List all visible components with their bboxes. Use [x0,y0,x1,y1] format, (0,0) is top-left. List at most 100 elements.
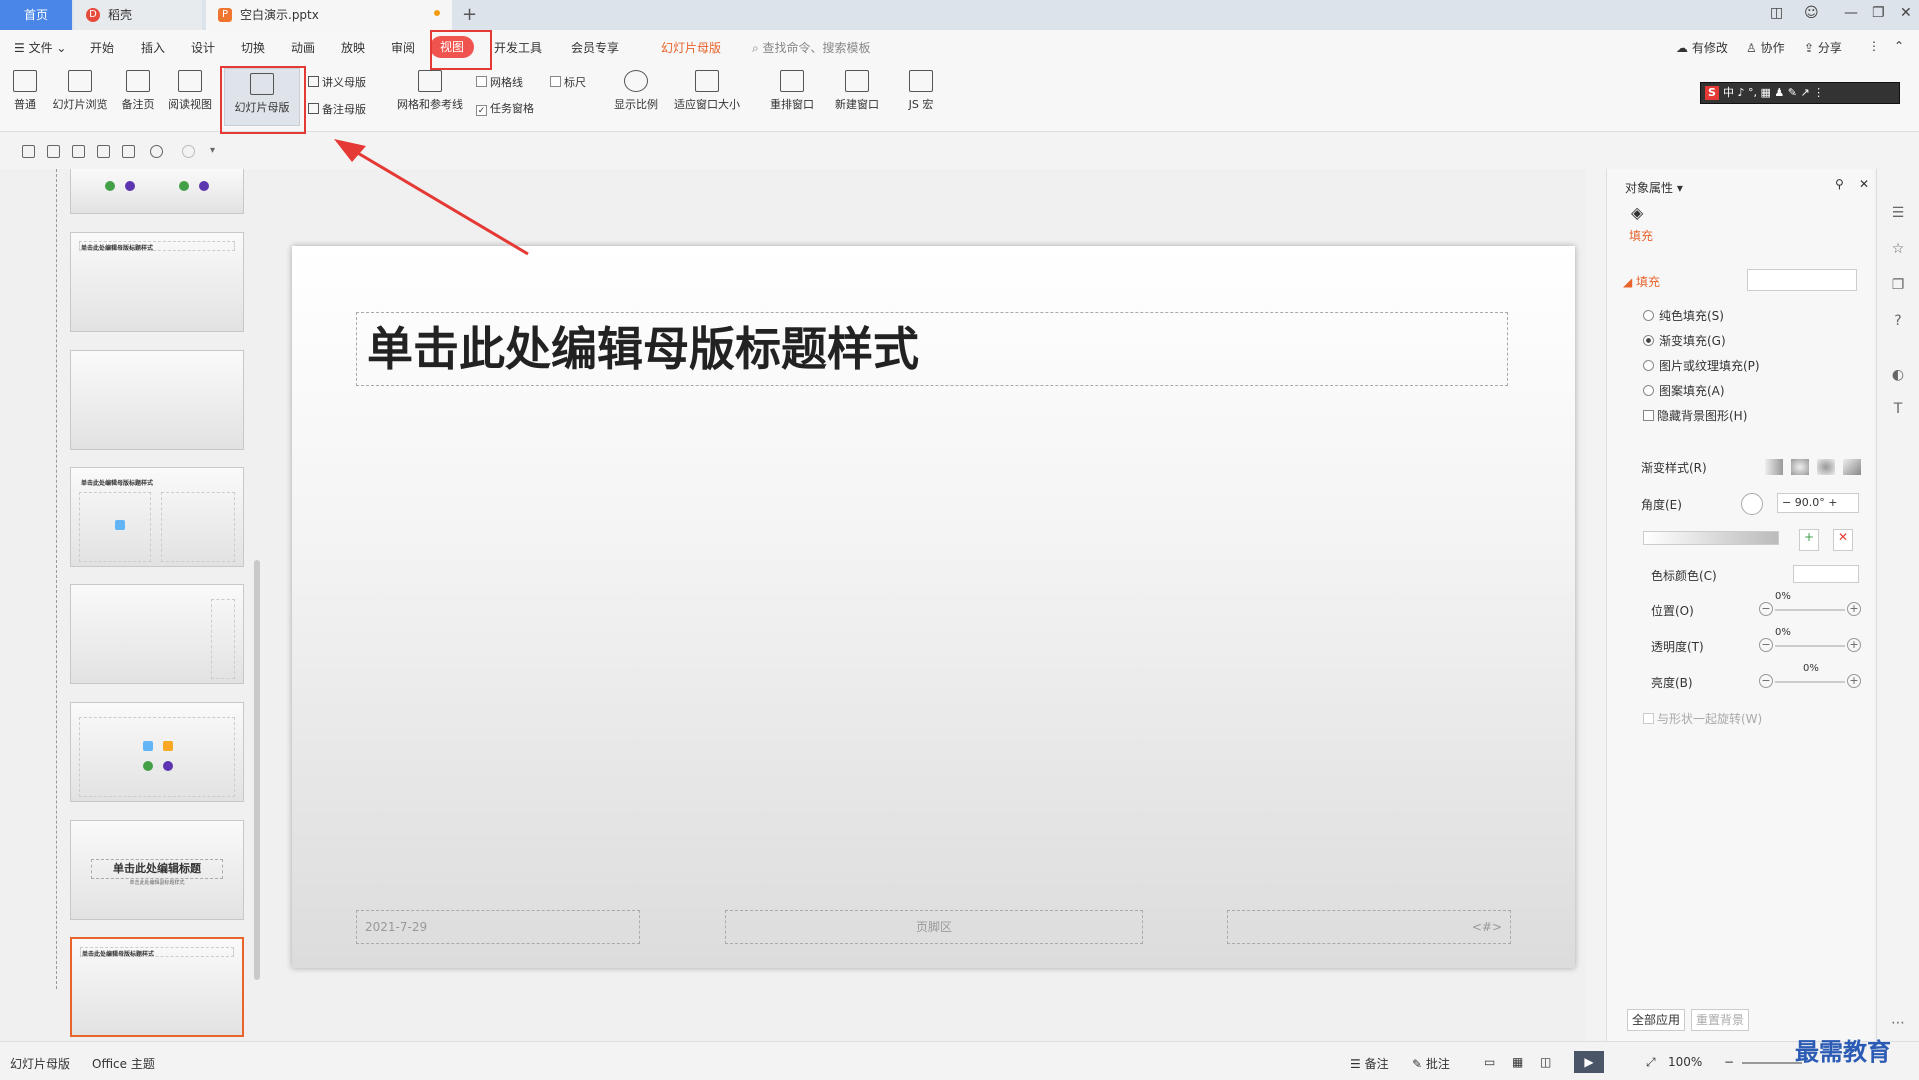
slide-sorter-button[interactable]: 幻灯片浏览 [48,70,112,112]
slide-thumbnail-selected[interactable]: 单击此处编辑母版标题样式 [70,937,244,1037]
fill-color-dropdown[interactable] [1747,269,1857,291]
slide-thumbnail[interactable] [70,584,244,684]
new-file-icon[interactable] [22,145,35,158]
fill-section-toggle[interactable]: ◢ 填充 [1623,273,1660,290]
handout-master-button[interactable]: 讲义母版 [308,74,366,90]
notes-master-button[interactable]: 备注母版 [308,101,366,117]
stop-color-dropdown[interactable] [1793,565,1859,583]
gradient-path-icon[interactable] [1843,459,1861,475]
fill-bucket-icon[interactable]: ◈ [1631,203,1643,222]
menu-developer[interactable]: 开发工具 [494,39,542,56]
radio-solid[interactable]: 纯色填充(S) [1643,307,1724,324]
collab-button[interactable]: ♙ 协作 [1746,39,1785,56]
help-icon[interactable]: ? [1889,313,1907,331]
new-window-button[interactable]: 新建窗口 [830,70,884,112]
reading-view-status-icon[interactable]: ◫ [1540,1055,1551,1069]
js-macro-button[interactable]: JS 宏 [898,70,944,112]
restore-icon[interactable]: ❐ [1872,5,1885,21]
layout-icon[interactable]: ◫ [1770,5,1783,21]
reading-view-button[interactable]: 阅读视图 [164,70,216,112]
slide-thumbnail[interactable]: 单击此处编辑母版标题样式 [70,232,244,332]
panel-header[interactable]: 对象属性 ▾ [1625,179,1683,196]
radio-gradient[interactable]: 渐变填充(G) [1643,332,1726,349]
save-icon[interactable] [47,145,60,158]
master-slide[interactable]: 单击此处编辑母版标题样式 2021-7-29 页脚区 <#> [292,246,1575,968]
menu-slide-master[interactable]: 幻灯片母版 [661,39,721,56]
command-search[interactable]: ⌕ 查找命令、搜索模板 [752,39,871,56]
ime-toolbar[interactable]: S 中 ♪ °, ▦ ♟ ✎ ↗ ⋮ [1700,82,1900,104]
redo-icon[interactable] [182,145,195,158]
new-tab-button[interactable]: + [462,4,477,25]
pin-icon[interactable]: ⚲ [1835,177,1844,191]
gradient-radial-icon[interactable] [1791,459,1809,475]
comments-toggle[interactable]: ✎ 批注 [1412,1055,1450,1072]
menu-file[interactable]: ☰ 文件 ⌄ [14,39,66,56]
minimize-icon[interactable]: — [1844,5,1858,21]
menu-review[interactable]: 审阅 [391,39,415,56]
reset-background-button[interactable]: 重置背景 [1691,1009,1750,1031]
slide-thumbnail[interactable]: 单击此处编辑标题 单击此处编辑副标题样式 [70,820,244,920]
position-plus-icon[interactable]: + [1847,602,1861,616]
menu-home[interactable]: 开始 [90,39,114,56]
slide-title-placeholder[interactable]: 单击此处编辑母版标题样式 [356,312,1508,386]
notes-page-button[interactable]: 备注页 [118,70,158,112]
avatar[interactable]: ☺ [1804,5,1819,21]
menu-transitions[interactable]: 切换 [241,39,265,56]
collapse-ribbon-icon[interactable]: ⌃ [1894,39,1904,53]
sidebar-more-icon[interactable]: ⋯ [1889,1015,1907,1033]
slide-master-button[interactable]: 幻灯片母版 [224,68,300,126]
radio-pattern[interactable]: 图案填充(A) [1643,382,1725,399]
slide-thumbnail[interactable]: 单击此处编辑母版标题样式 [70,467,244,567]
text-icon[interactable]: T [1889,401,1907,419]
slide-thumbnail[interactable] [70,169,244,214]
hide-bg-checkbox[interactable]: 隐藏背景图形(H) [1643,407,1747,424]
tab-docer[interactable]: D 稻壳 [74,0,202,30]
date-placeholder[interactable]: 2021-7-29 [356,910,640,944]
zoom-out-icon[interactable]: − [1724,1055,1734,1069]
tab-document[interactable]: P 空白演示.pptx [206,0,452,30]
ruler-checkbox[interactable]: 标尺 [550,74,586,90]
menu-member[interactable]: 会员专享 [571,39,619,56]
slide-thumbnail[interactable] [70,350,244,450]
gradient-rect-icon[interactable] [1817,459,1835,475]
add-stop-icon[interactable]: + [1799,529,1819,551]
angle-dial[interactable] [1741,493,1763,515]
slide-number-placeholder[interactable]: <#> [1227,910,1511,944]
rotate-with-checkbox[interactable]: 与形状一起旋转(W) [1643,710,1762,727]
menu-view[interactable]: 视图 [430,36,474,58]
share-button[interactable]: ⇪ 分享 [1804,39,1842,56]
close-icon[interactable]: ✕ [1900,5,1912,21]
fit-icon[interactable]: ⤢ [1646,1055,1656,1070]
animation-icon[interactable]: ☆ [1889,241,1907,259]
menu-insert[interactable]: 插入 [141,39,165,56]
slide-thumbnail[interactable] [70,702,244,802]
arrange-windows-button[interactable]: 重排窗口 [762,70,822,112]
zoom-button[interactable]: 显示比例 [610,70,662,112]
properties-icon[interactable]: ☰ [1889,205,1907,223]
play-slideshow-button[interactable]: ▶ [1574,1051,1604,1073]
normal-view-button[interactable]: 普通 [10,70,40,112]
menu-slideshow[interactable]: 放映 [341,39,365,56]
position-minus-icon[interactable]: − [1759,602,1773,616]
zoom-slider[interactable] [1742,1062,1802,1064]
position-slider[interactable] [1775,609,1845,611]
undo-icon[interactable] [150,145,163,158]
task-pane-checkbox[interactable]: ✓ 任务窗格 [476,100,534,116]
copy-icon[interactable]: ❐ [1889,277,1907,295]
menu-design[interactable]: 设计 [191,39,215,56]
transparency-plus-icon[interactable]: + [1847,638,1861,652]
gradient-bar[interactable] [1643,531,1779,545]
normal-view-status-icon[interactable]: ▭ [1484,1055,1495,1069]
tab-fill[interactable]: 填充 [1629,227,1653,244]
print-preview-icon[interactable] [122,145,135,158]
brightness-plus-icon[interactable]: + [1847,674,1861,688]
gridlines-checkbox[interactable]: 网格线 [476,74,523,90]
thumbnail-scrollbar[interactable] [254,560,260,980]
fit-window-button[interactable]: 适应窗口大小 [670,70,744,112]
angle-stepper[interactable]: − 90.0° + [1777,493,1859,513]
tab-home[interactable]: 首页 [0,0,72,30]
more-icon[interactable]: ⋮ [1868,39,1880,53]
format-painter-icon[interactable] [72,145,85,158]
transparency-minus-icon[interactable]: − [1759,638,1773,652]
palette-icon[interactable]: ◐ [1889,367,1907,385]
